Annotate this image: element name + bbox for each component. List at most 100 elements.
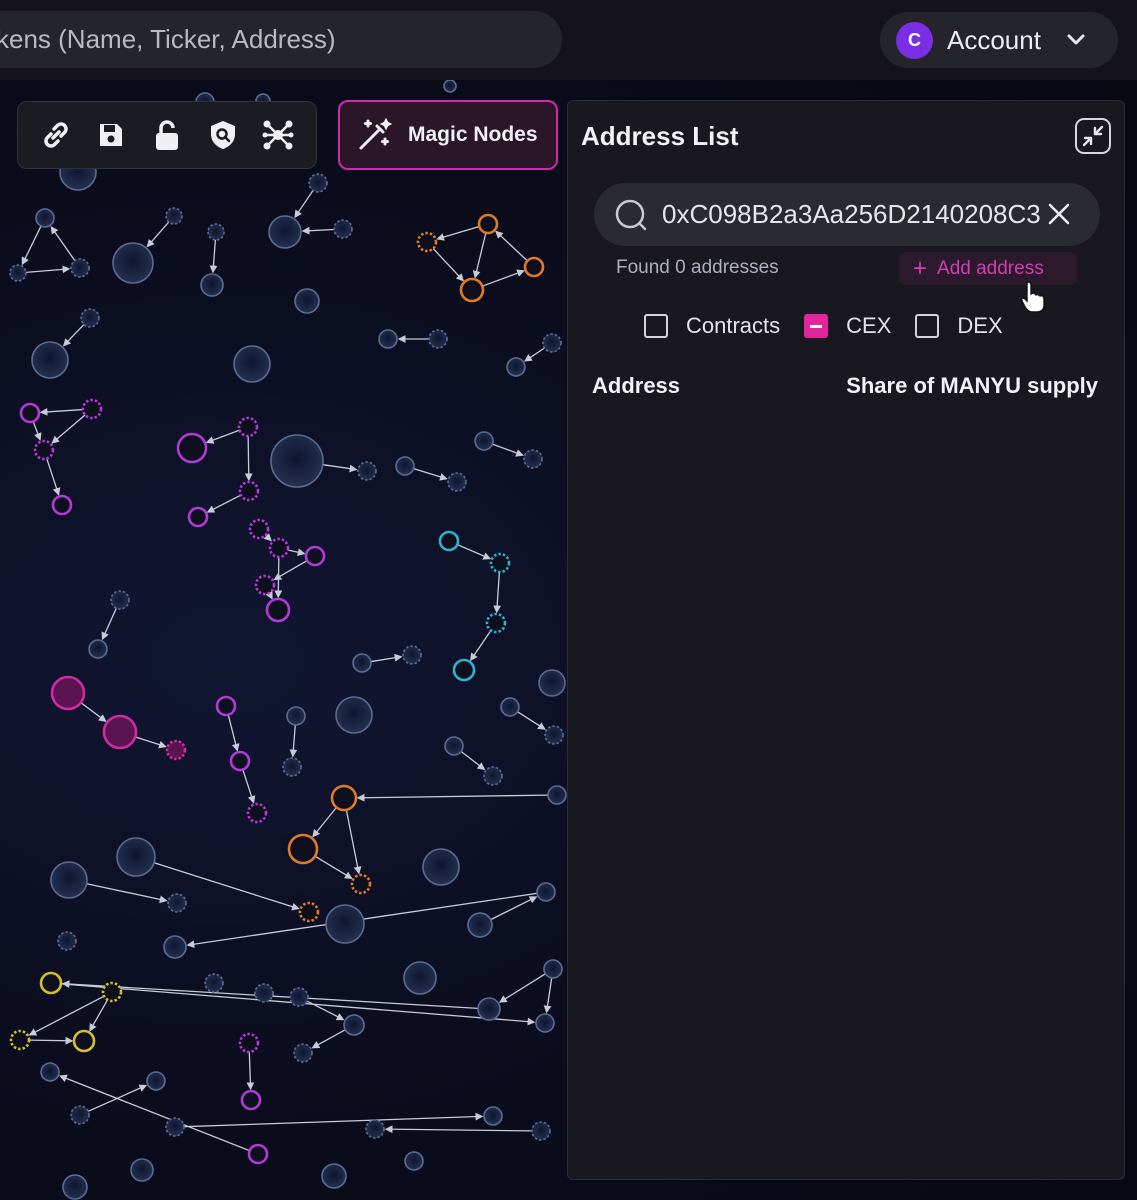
graph-node[interactable] xyxy=(102,714,138,750)
magic-nodes-button[interactable]: Magic Nodes xyxy=(338,100,558,170)
account-menu-button[interactable]: C Account xyxy=(880,12,1118,68)
graph-node[interactable] xyxy=(19,402,41,424)
graph-node[interactable] xyxy=(282,757,302,777)
graph-node[interactable] xyxy=(395,456,415,476)
graph-node[interactable] xyxy=(452,658,476,682)
graph-node[interactable] xyxy=(112,242,154,284)
graph-node[interactable] xyxy=(207,223,225,241)
graph-node[interactable] xyxy=(477,213,499,235)
graph-node[interactable] xyxy=(62,1174,88,1200)
filter-dex[interactable]: DEX xyxy=(915,313,1003,339)
graph-node[interactable] xyxy=(523,449,543,469)
graph-node[interactable] xyxy=(536,882,556,902)
graph-node[interactable] xyxy=(101,981,123,1003)
graph-node[interactable] xyxy=(293,1043,313,1063)
graph-node[interactable] xyxy=(294,288,320,314)
graph-node[interactable] xyxy=(229,750,251,772)
graph-node[interactable] xyxy=(246,802,268,824)
graph-node[interactable] xyxy=(523,256,545,278)
graph-node[interactable] xyxy=(270,434,324,488)
graph-node[interactable] xyxy=(443,79,457,93)
graph-node[interactable] xyxy=(325,904,365,944)
graph-node[interactable] xyxy=(40,1062,60,1082)
token-search-bar[interactable] xyxy=(0,11,562,68)
graph-node[interactable] xyxy=(321,1163,347,1189)
graph-node[interactable] xyxy=(330,784,358,812)
graph-node[interactable] xyxy=(544,725,564,745)
graph-node[interactable] xyxy=(247,1143,269,1165)
graph-node[interactable] xyxy=(233,345,271,383)
graph-node[interactable] xyxy=(116,837,156,877)
graph-node[interactable] xyxy=(254,574,276,596)
graph-node[interactable] xyxy=(167,893,187,913)
graph-node[interactable] xyxy=(88,639,108,659)
graph-node[interactable] xyxy=(447,472,467,492)
dex-checkbox[interactable] xyxy=(915,314,940,338)
graph-node[interactable] xyxy=(80,308,100,328)
graph-node[interactable] xyxy=(238,1032,260,1054)
column-header-address[interactable]: Address xyxy=(592,373,680,399)
graph-node[interactable] xyxy=(238,480,260,502)
graph-node[interactable] xyxy=(404,1151,424,1171)
graph-node[interactable] xyxy=(483,766,503,786)
network-button[interactable] xyxy=(256,113,300,157)
graph-node[interactable] xyxy=(477,997,501,1021)
shield-search-button[interactable] xyxy=(201,113,245,157)
graph-node[interactable] xyxy=(204,973,224,993)
link-button[interactable] xyxy=(34,113,78,157)
graph-node[interactable] xyxy=(39,971,63,995)
graph-node[interactable] xyxy=(365,1119,385,1139)
collapse-panel-button[interactable] xyxy=(1075,118,1111,154)
graph-node[interactable] xyxy=(378,329,398,349)
cex-checkbox[interactable] xyxy=(804,314,829,338)
graph-node[interactable] xyxy=(70,1105,90,1125)
graph-node[interactable] xyxy=(31,341,69,379)
graph-node[interactable] xyxy=(200,273,224,297)
graph-node[interactable] xyxy=(438,530,460,552)
graph-node[interactable] xyxy=(428,329,448,349)
graph-node[interactable] xyxy=(298,901,320,923)
graph-node[interactable] xyxy=(542,333,562,353)
graph-node[interactable] xyxy=(187,506,209,528)
graph-node[interactable] xyxy=(176,432,208,464)
graph-node[interactable] xyxy=(467,912,493,938)
graph-node[interactable] xyxy=(286,706,306,726)
filter-cex[interactable]: CEX xyxy=(804,313,891,339)
address-search-input[interactable] xyxy=(662,199,1052,230)
graph-node[interactable] xyxy=(81,398,103,420)
graph-node[interactable] xyxy=(547,785,567,805)
graph-node[interactable] xyxy=(403,961,437,995)
graph-node[interactable] xyxy=(237,416,259,438)
graph-node[interactable] xyxy=(254,983,274,1003)
graph-node[interactable] xyxy=(9,264,27,282)
graph-node[interactable] xyxy=(489,552,511,574)
graph-node[interactable] xyxy=(343,1014,365,1036)
graph-node[interactable] xyxy=(289,987,309,1007)
graph-node[interactable] xyxy=(72,1029,96,1053)
graph-node[interactable] xyxy=(163,935,187,959)
graph-node[interactable] xyxy=(333,219,353,239)
graph-node[interactable] xyxy=(287,833,319,865)
graph-node[interactable] xyxy=(165,207,183,225)
graph-node[interactable] xyxy=(483,1106,503,1126)
graph-node[interactable] xyxy=(459,277,485,303)
graph-node[interactable] xyxy=(268,215,302,249)
graph-node[interactable] xyxy=(474,431,494,451)
graph-node[interactable] xyxy=(248,518,270,540)
graph-node[interactable] xyxy=(165,1117,185,1137)
graph-node[interactable] xyxy=(50,675,86,711)
graph-node[interactable] xyxy=(352,653,372,673)
graph-node[interactable] xyxy=(57,931,77,951)
graph-node[interactable] xyxy=(335,696,373,734)
graph-node[interactable] xyxy=(110,590,130,610)
column-header-share[interactable]: Share of MANYU supply xyxy=(846,373,1098,399)
graph-node[interactable] xyxy=(146,1071,166,1091)
graph-node[interactable] xyxy=(357,461,377,481)
graph-node[interactable] xyxy=(402,645,422,665)
token-search-input[interactable] xyxy=(0,24,516,55)
graph-node[interactable] xyxy=(538,669,566,697)
graph-node[interactable] xyxy=(33,439,55,461)
graph-node[interactable] xyxy=(165,739,187,761)
graph-node[interactable] xyxy=(506,357,526,377)
graph-node[interactable] xyxy=(485,612,507,634)
